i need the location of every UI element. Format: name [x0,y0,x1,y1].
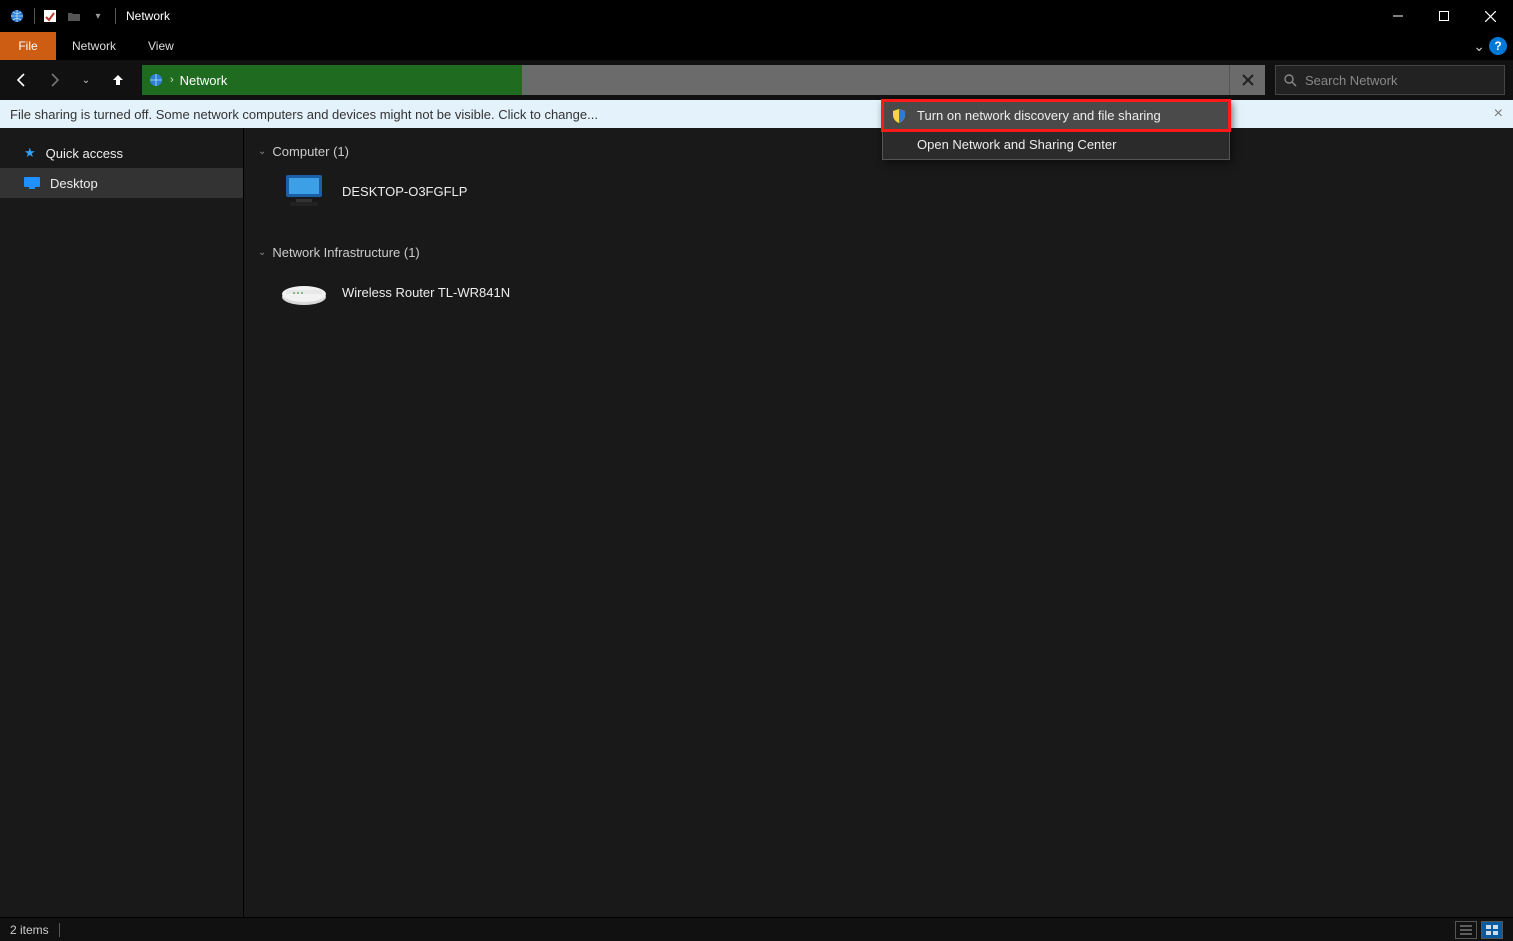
refresh-stop-button[interactable] [1229,65,1265,95]
uac-shield-icon [891,108,907,124]
back-button[interactable] [8,66,36,94]
breadcrumb-separator-icon: › [170,74,174,86]
group-header-network-infra[interactable]: ⌄ Network Infrastructure (1) [258,245,1505,260]
search-input[interactable]: Search Network [1275,65,1505,95]
separator [59,923,60,937]
info-bar-message: File sharing is turned off. Some network… [10,107,598,122]
sidebar-item-quick-access[interactable]: ★ Quick access [0,138,243,168]
sidebar-item-desktop[interactable]: Desktop [0,168,243,198]
ctx-open-sharing-center[interactable]: Open Network and Sharing Center [883,130,1229,159]
status-bar: 2 items [0,917,1513,941]
status-item-count: 2 items [10,923,49,937]
ctx-turn-on-sharing[interactable]: Turn on network discovery and file shari… [883,101,1229,130]
info-bar[interactable]: File sharing is turned off. Some network… [0,100,1513,128]
navigation-bar: ⌄ › Network Search Network [0,60,1513,100]
ribbon-tabs: File Network View ⌄ ? [0,32,1513,60]
maximize-button[interactable] [1421,0,1467,32]
title-bar: ▾ Network [0,0,1513,32]
star-icon: ★ [24,145,36,161]
breadcrumb-network[interactable]: Network [180,73,228,88]
qat-properties-icon[interactable] [39,5,61,27]
group-header-label: Computer (1) [272,144,349,159]
navigation-pane: ★ Quick access Desktop [0,128,244,917]
view-details-button[interactable] [1455,921,1477,939]
chevron-down-icon: ⌄ [258,247,266,258]
content-pane[interactable]: ⌄ Computer (1) DESKTOP-O3FGFLP ⌄ Network… [244,128,1513,917]
item-computer[interactable]: DESKTOP-O3FGFLP [280,165,1505,217]
ctx-item-label: Turn on network discovery and file shari… [917,108,1161,123]
ribbon-collapse-icon[interactable]: ⌄ [1473,38,1485,55]
sidebar-item-label: Quick access [46,146,123,161]
address-bar[interactable]: › Network [142,65,1265,95]
sidebar-item-label: Desktop [50,176,98,191]
separator [115,8,116,24]
group-header-label: Network Infrastructure (1) [272,245,419,260]
search-icon [1284,74,1297,87]
file-tab[interactable]: File [0,32,56,60]
help-icon[interactable]: ? [1489,37,1507,55]
window-title: Network [126,9,170,23]
recent-dropdown-icon[interactable]: ⌄ [72,66,100,94]
computer-icon [280,171,328,211]
qat-dropdown-icon[interactable]: ▾ [87,5,109,27]
chevron-down-icon: ⌄ [258,146,266,157]
view-large-icons-button[interactable] [1481,921,1503,939]
forward-button[interactable] [40,66,68,94]
desktop-icon [24,177,40,189]
tab-network[interactable]: Network [56,32,132,60]
network-app-icon [6,5,28,27]
item-label: DESKTOP-O3FGFLP [342,184,467,199]
router-icon [280,272,328,312]
address-network-icon [148,72,164,88]
context-menu: Turn on network discovery and file shari… [882,100,1230,160]
search-placeholder: Search Network [1305,73,1397,88]
close-button[interactable] [1467,0,1513,32]
item-router[interactable]: Wireless Router TL-WR841N [280,266,1505,318]
up-button[interactable] [104,66,132,94]
qat-newfolder-icon[interactable] [63,5,85,27]
tab-view[interactable]: View [132,32,190,60]
item-label: Wireless Router TL-WR841N [342,285,510,300]
info-bar-close-icon[interactable]: × [1494,105,1503,123]
minimize-button[interactable] [1375,0,1421,32]
separator [34,8,35,24]
ctx-item-label: Open Network and Sharing Center [917,137,1116,152]
